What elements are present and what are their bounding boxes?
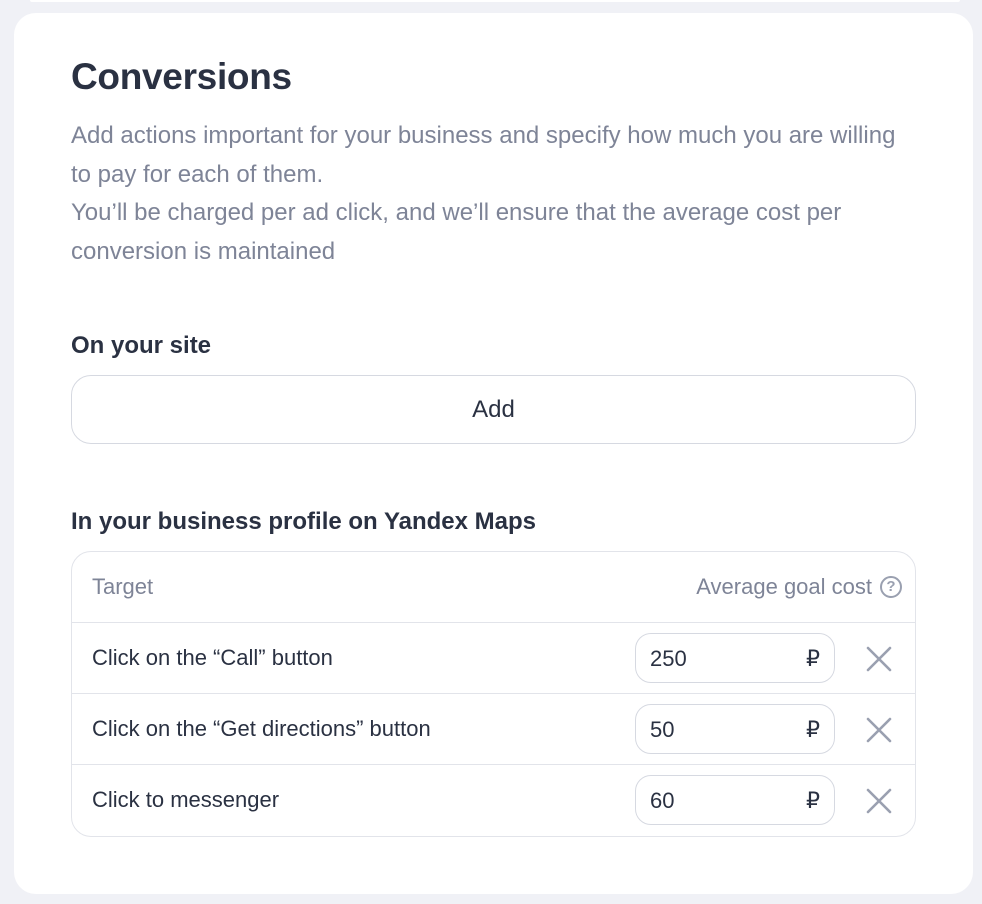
close-icon[interactable] xyxy=(865,787,893,815)
table-header: Target Average goal cost ? xyxy=(72,552,915,623)
description-line: Add actions important for your business … xyxy=(71,122,896,188)
table-row: Click to messenger 60 ₽ xyxy=(72,765,915,835)
maps-goals-table: Target Average goal cost ? Click on the … xyxy=(71,551,916,837)
goal-cost-input[interactable]: 50 ₽ xyxy=(635,704,835,754)
goal-label: Click to messenger xyxy=(92,787,280,812)
currency-sign: ₽ xyxy=(806,646,820,671)
question-circle-icon[interactable]: ? xyxy=(880,576,902,598)
goal-cost-value[interactable]: 50 xyxy=(650,717,674,743)
maps-section-label: In your business profile on Yandex Maps xyxy=(71,508,536,535)
goal-cost-value[interactable]: 60 xyxy=(650,788,674,814)
conversions-description: Add actions important for your business … xyxy=(71,117,911,271)
close-icon[interactable] xyxy=(865,645,893,673)
goal-cost-input[interactable]: 60 ₽ xyxy=(635,775,835,825)
currency-sign: ₽ xyxy=(806,788,820,813)
conversions-card: Conversions Add actions important for yo… xyxy=(14,13,973,894)
goal-cost-input[interactable]: 250 ₽ xyxy=(635,633,835,683)
table-row: Click on the “Get directions” button 50 … xyxy=(72,694,915,765)
column-header-cost-label: Average goal cost xyxy=(696,574,872,599)
goal-cost-value[interactable]: 250 xyxy=(650,646,687,672)
description-line: You’ll be charged per ad click, and we’l… xyxy=(71,199,842,265)
column-header-target: Target xyxy=(92,574,154,599)
column-header-cost: Average goal cost ? xyxy=(696,574,902,600)
goal-label: Click on the “Call” button xyxy=(92,645,333,670)
site-section-label: On your site xyxy=(71,332,212,359)
close-icon[interactable] xyxy=(865,716,893,744)
add-site-goal-button[interactable]: Add xyxy=(71,375,916,444)
previous-card-edge xyxy=(30,0,960,2)
goal-label: Click on the “Get directions” button xyxy=(92,716,431,741)
table-row: Click on the “Call” button 250 ₽ xyxy=(72,623,915,694)
currency-sign: ₽ xyxy=(806,717,820,742)
page-title: Conversions xyxy=(71,56,292,97)
